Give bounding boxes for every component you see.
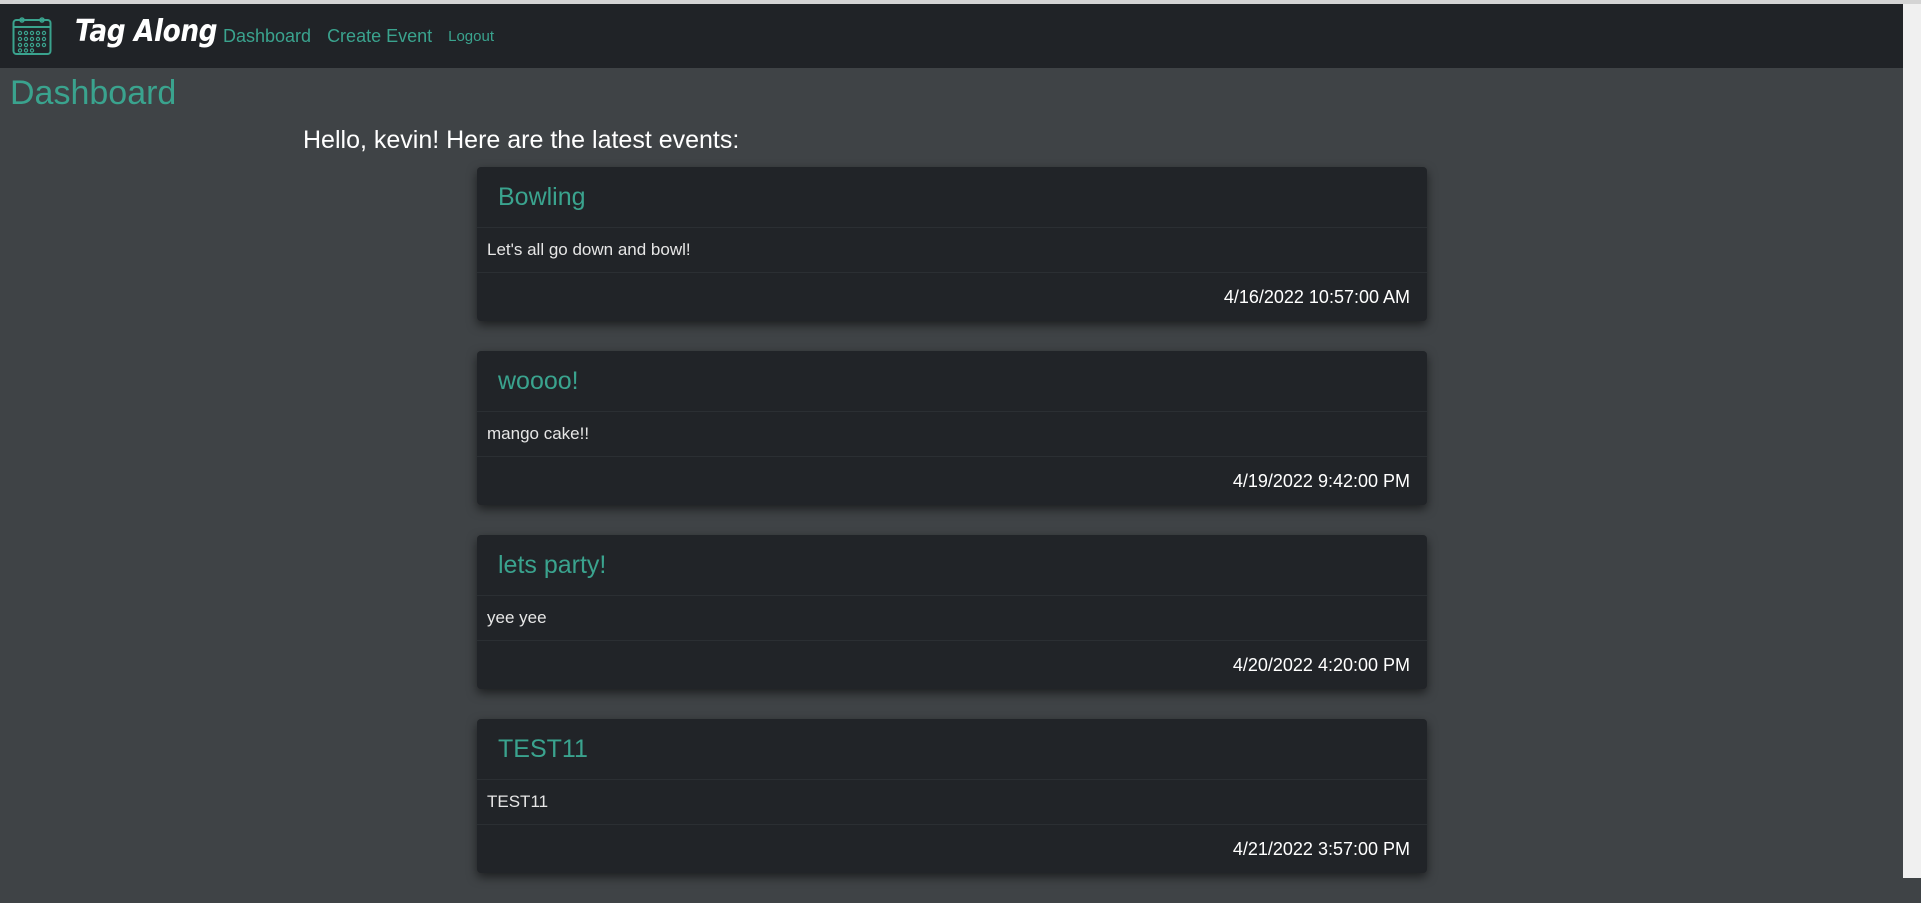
- event-card[interactable]: woooo! mango cake!! 4/19/2022 9:42:00 PM: [477, 351, 1427, 505]
- event-card-header: Bowling: [477, 167, 1427, 228]
- event-title[interactable]: woooo!: [498, 367, 579, 396]
- event-title[interactable]: TEST11: [498, 735, 588, 764]
- event-date: 4/19/2022 9:42:00 PM: [1232, 470, 1410, 491]
- nav-link-create-event[interactable]: Create Event: [327, 26, 432, 47]
- event-card-header: woooo!: [477, 351, 1427, 412]
- navbar: Tag Along Dashboard Create Event Logout: [0, 4, 1903, 68]
- event-description: Let's all go down and bowl!: [477, 228, 1427, 273]
- nav-link-logout[interactable]: Logout: [448, 28, 494, 45]
- event-card-header: lets party!: [477, 535, 1427, 596]
- brand-name[interactable]: Tag Along: [75, 14, 218, 49]
- page-scrollbar[interactable]: [1903, 4, 1921, 878]
- nav-links: Dashboard Create Event Logout: [223, 4, 510, 68]
- event-list: Bowling Let's all go down and bowl! 4/16…: [477, 167, 1427, 903]
- event-card-header: TEST11: [477, 719, 1427, 780]
- event-description: yee yee: [477, 596, 1427, 641]
- event-title[interactable]: Bowling: [498, 183, 586, 212]
- event-description: TEST11: [477, 780, 1427, 825]
- page-title: Dashboard: [10, 74, 177, 112]
- event-description: mango cake!!: [477, 412, 1427, 457]
- event-card[interactable]: Bowling Let's all go down and bowl! 4/16…: [477, 167, 1427, 321]
- calendar-icon[interactable]: [12, 16, 52, 56]
- event-title[interactable]: lets party!: [498, 551, 606, 580]
- greeting: Hello, kevin! Here are the latest events…: [303, 126, 740, 154]
- event-date: 4/21/2022 3:57:00 PM: [1232, 838, 1410, 859]
- event-card[interactable]: TEST11 TEST11 4/21/2022 3:57:00 PM: [477, 719, 1427, 873]
- event-date: 4/20/2022 4:20:00 PM: [1232, 654, 1410, 675]
- event-date: 4/16/2022 10:57:00 AM: [1223, 286, 1410, 307]
- nav-link-dashboard[interactable]: Dashboard: [223, 26, 311, 47]
- event-card[interactable]: lets party! yee yee 4/20/2022 4:20:00 PM: [477, 535, 1427, 689]
